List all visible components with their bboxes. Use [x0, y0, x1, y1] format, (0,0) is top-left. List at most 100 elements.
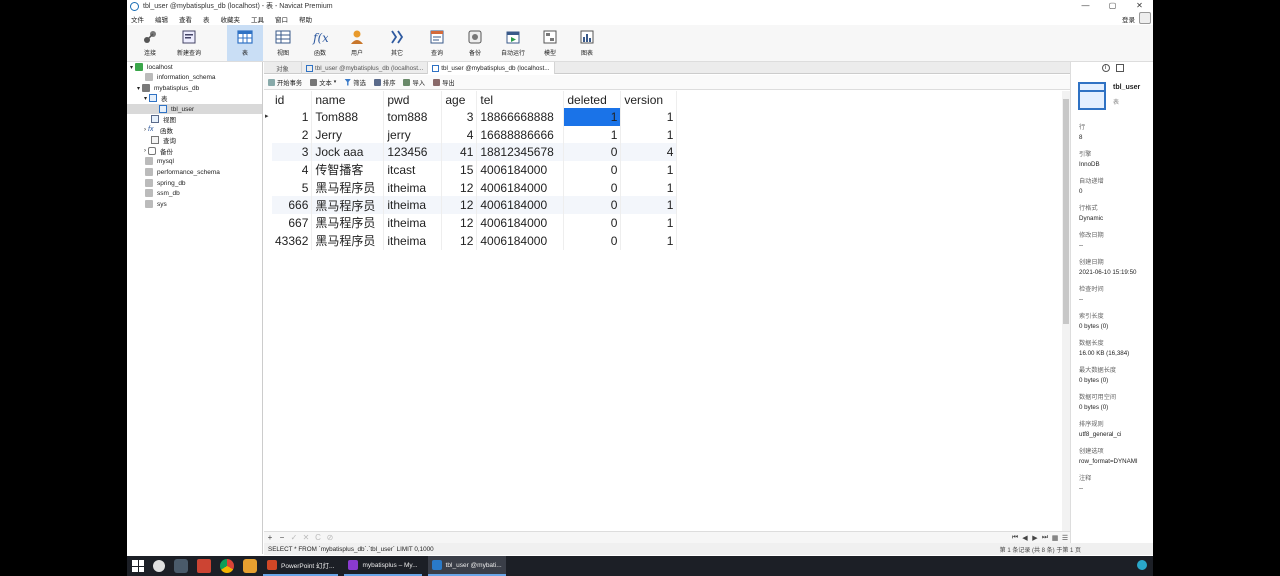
cell-deleted[interactable]: 0 — [563, 214, 622, 232]
user-avatar-icon[interactable] — [1139, 12, 1151, 24]
cell-id[interactable]: 2 — [272, 125, 313, 144]
tree-item-ssm-db[interactable]: ssm_db — [145, 188, 180, 198]
view-button[interactable]: 视图 — [265, 25, 301, 61]
cell-tel[interactable]: 16688886666 — [476, 125, 565, 144]
cell-deleted[interactable]: 0 — [563, 143, 622, 162]
table-row[interactable]: 43362 黑马程序员 itheima 12 4006184000 0 1 — [272, 231, 678, 250]
sort-button[interactable]: 排序 — [373, 78, 395, 87]
cell-age[interactable]: 12 — [441, 231, 478, 250]
model-button[interactable]: 模型 — [532, 25, 568, 61]
menu-edit[interactable]: 编辑 — [151, 14, 175, 24]
first-page-icon[interactable]: ⏮ — [1010, 534, 1020, 542]
import-button[interactable]: 导入 — [403, 78, 425, 87]
tree-item-views[interactable]: 视图 — [151, 114, 176, 124]
cell-pwd[interactable]: itcast — [383, 161, 443, 179]
column-header-id[interactable]: id — [272, 91, 313, 108]
cell-pwd[interactable]: itheima — [383, 178, 443, 197]
cell-id[interactable]: 5 — [272, 178, 313, 197]
file-explorer-icon[interactable] — [243, 559, 257, 573]
cell-name[interactable]: Tom888 — [311, 108, 385, 126]
cell-deleted[interactable]: 1 — [563, 125, 622, 144]
cell-name[interactable]: Jock aaa — [311, 143, 385, 162]
menu-file[interactable]: 文件 — [127, 14, 151, 24]
discard-changes-button[interactable]: ✕ — [300, 533, 312, 542]
cell-deleted[interactable]: 0 — [563, 161, 622, 179]
cell-pwd[interactable]: 123456 — [383, 143, 443, 162]
cell-tel[interactable]: 4006184000 — [476, 161, 565, 179]
taskbar-navicat[interactable]: tbl_user @mybati... — [427, 556, 506, 576]
cell-deleted[interactable]: 0 — [563, 231, 622, 250]
vertical-scrollbar[interactable] — [1062, 91, 1070, 531]
cell-name[interactable]: 黑马程序员 — [311, 231, 385, 250]
column-header-name[interactable]: name — [311, 91, 385, 108]
cell-age[interactable]: 12 — [441, 214, 478, 232]
cell-name[interactable]: 传智播客 — [311, 161, 385, 179]
search-icon[interactable] — [153, 560, 165, 572]
chevron-right-icon[interactable]: › — [144, 148, 146, 154]
menu-window[interactable]: 窗口 — [271, 14, 295, 24]
cell-id[interactable]: 666 — [272, 196, 313, 215]
cell-tel[interactable]: 4006184000 — [476, 214, 565, 232]
taskbar-intellij[interactable]: mybatisplus – My... — [344, 556, 422, 576]
apply-changes-button[interactable]: ✓ — [288, 533, 300, 542]
tree-item-performance-schema[interactable]: performance_schema — [145, 167, 220, 177]
tree-item-localhost[interactable]: ▾ localhost — [130, 62, 173, 72]
chevron-down-icon[interactable]: ▾ — [130, 64, 133, 71]
cell-version[interactable]: 1 — [620, 125, 678, 144]
delete-record-button[interactable]: − — [276, 533, 288, 542]
close-button[interactable]: ✕ — [1126, 0, 1153, 12]
windows-start-icon[interactable] — [132, 560, 144, 572]
table-row[interactable]: 5 黑马程序员 itheima 12 4006184000 0 1 — [272, 178, 678, 197]
cell-age[interactable]: 12 — [441, 196, 478, 215]
column-header-pwd[interactable]: pwd — [383, 91, 443, 108]
column-header-age[interactable]: age — [441, 91, 478, 108]
table-row[interactable]: 3 Jock aaa 123456 41 18812345678 0 4 — [272, 143, 678, 162]
cell-tel[interactable]: 18812345678 — [476, 143, 565, 162]
cell-pwd[interactable]: jerry — [383, 125, 443, 144]
table-row[interactable]: 667 黑马程序员 itheima 12 4006184000 0 1 — [272, 214, 678, 232]
prev-page-icon[interactable]: ◀ — [1020, 534, 1030, 542]
tab-tbl-user-2[interactable]: tbl_user @mybatisplus_db (localhost... — [428, 62, 555, 74]
cell-age[interactable]: 12 — [441, 178, 478, 197]
cell-tel[interactable]: 4006184000 — [476, 231, 565, 250]
chevron-down-icon[interactable]: ▾ — [144, 95, 147, 102]
cell-tel[interactable]: 4006184000 — [476, 178, 565, 197]
cell-name[interactable]: Jerry — [311, 125, 385, 144]
column-header-deleted[interactable]: deleted — [563, 91, 622, 108]
cell-id[interactable]: 667 — [272, 214, 313, 232]
tree-item-information-schema[interactable]: information_schema — [145, 72, 216, 82]
tree-item-spring-db[interactable]: spring_db — [145, 178, 186, 188]
cell-name[interactable]: 黑马程序员 — [311, 214, 385, 232]
menu-favorites[interactable]: 收藏夹 — [217, 14, 248, 24]
tree-item-mysql[interactable]: mysql — [145, 156, 174, 166]
ddl-icon[interactable] — [1115, 64, 1124, 72]
tree-item-tables[interactable]: ▾ 表 — [144, 93, 168, 103]
cell-age[interactable]: 41 — [441, 143, 478, 162]
app-icon-red[interactable] — [197, 559, 211, 573]
cell-name[interactable]: 黑马程序员 — [311, 196, 385, 215]
function-button[interactable]: f(x) 函数 — [302, 25, 338, 61]
cell-version[interactable]: 1 — [620, 214, 678, 232]
chart-button[interactable]: 图表 — [569, 25, 605, 61]
cell-deleted-selected[interactable]: 1 — [563, 108, 622, 126]
tree-item-tbl-user[interactable]: tbl_user — [127, 104, 262, 114]
cell-deleted[interactable]: 0 — [563, 178, 622, 197]
cell-version[interactable]: 1 — [620, 161, 678, 179]
last-page-icon[interactable]: ⏭ — [1040, 534, 1050, 542]
column-header-version[interactable]: version — [620, 91, 678, 108]
maximize-button[interactable]: ▢ — [1099, 0, 1126, 12]
cell-tel[interactable]: 4006184000 — [476, 196, 565, 215]
task-view-icon[interactable] — [174, 559, 188, 573]
menu-view[interactable]: 查看 — [175, 14, 199, 24]
refresh-button[interactable]: C — [312, 533, 324, 542]
cell-id[interactable]: 1 — [272, 108, 313, 126]
cell-version[interactable]: 1 — [620, 108, 678, 126]
taskbar-powerpoint[interactable]: PowerPoint 幻灯... — [263, 556, 339, 576]
table-row[interactable]: 1 Tom888 tom888 3 18866668888 1 1 — [272, 108, 678, 126]
new-query-button[interactable]: 新建查询 — [171, 25, 207, 61]
minimize-button[interactable]: — — [1072, 0, 1099, 12]
auto-run-button[interactable]: 自动运行 — [495, 25, 531, 61]
cell-id[interactable]: 43362 — [272, 231, 313, 250]
export-button[interactable]: 导出 — [433, 78, 455, 87]
scrollbar-thumb[interactable] — [1063, 99, 1069, 324]
